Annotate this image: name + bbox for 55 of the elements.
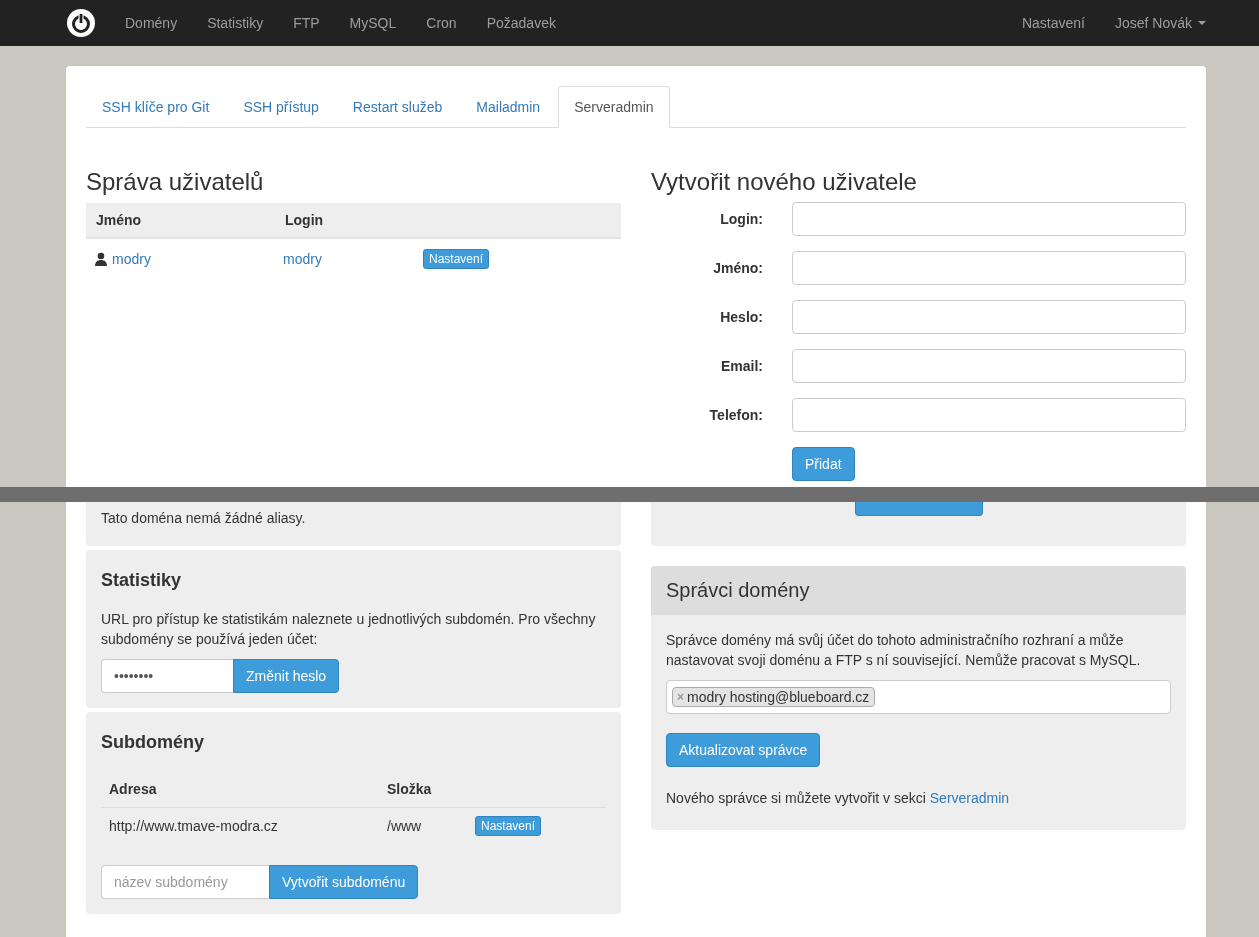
nav-link[interactable]: Požadavek xyxy=(471,15,571,31)
table-cell: http://www.tmave-modra.cz xyxy=(101,807,379,845)
settings-button[interactable]: Nastavení xyxy=(423,248,490,269)
logo-icon[interactable] xyxy=(66,8,96,38)
admins-field[interactable]: × modry hosting@blueboard.cz xyxy=(666,680,1171,714)
aliases-text: Tato doména nemá žádné aliasy. xyxy=(101,509,307,528)
update-admins-button[interactable]: Aktualizovat správce xyxy=(666,733,821,767)
password-field[interactable]: •••••••• xyxy=(101,659,233,693)
panel-title: Statistiky xyxy=(101,570,183,591)
nav-link[interactable]: Domény xyxy=(110,15,193,31)
create-subdomain-button[interactable]: Vytvořit subdoménu xyxy=(269,865,419,899)
tab[interactable]: SSH přístup xyxy=(227,86,335,127)
nav-link[interactable]: Statistiky xyxy=(192,15,279,31)
input-field[interactable] xyxy=(792,398,1186,432)
tab[interactable]: Serveradmin xyxy=(558,86,670,128)
field-label: Telefon: xyxy=(708,407,763,423)
login-link[interactable]: modry xyxy=(283,250,322,267)
column-header: Jméno xyxy=(86,203,275,238)
panel-title: Subdomény xyxy=(101,732,205,753)
tab[interactable]: Restart služeb xyxy=(336,86,459,127)
panel-title: Správci domény xyxy=(651,566,1186,615)
field-label: Email: xyxy=(720,358,763,374)
serveradmin-link[interactable]: Serveradmin xyxy=(929,790,1010,806)
nav-link[interactable]: Nastavení xyxy=(1006,15,1100,31)
tab[interactable]: SSH klíče pro Git xyxy=(86,86,226,127)
nav-link[interactable]: FTP xyxy=(278,15,335,31)
caret-icon xyxy=(1198,21,1206,25)
nav-link[interactable]: MySQL xyxy=(334,15,412,31)
input-field[interactable] xyxy=(792,349,1186,383)
add-button[interactable]: Přidat xyxy=(792,447,855,481)
input-field[interactable] xyxy=(792,202,1186,236)
change-password-button[interactable]: Změnit heslo xyxy=(233,659,340,693)
column-header: Login xyxy=(275,203,415,238)
activate-button[interactable] xyxy=(854,502,983,516)
user-link[interactable]: modry xyxy=(112,250,151,267)
column-header: Složka xyxy=(379,771,467,807)
tag-label: modry hosting@blueboard.cz xyxy=(687,689,870,705)
column-header: Adresa xyxy=(101,771,379,807)
settings-button[interactable]: Nastavení xyxy=(475,816,542,837)
subdomain-field[interactable]: název subdomény xyxy=(101,865,269,899)
admins-footer: Nového správce si můžete vytvořit v sekci Serveradmin xyxy=(666,788,1171,808)
field-label: Heslo: xyxy=(719,309,763,325)
user-menu[interactable]: Josef Novák xyxy=(1099,15,1221,31)
section-title: Správa uživatelů xyxy=(86,168,265,196)
field-label: Login: xyxy=(719,211,763,227)
input-field[interactable] xyxy=(792,251,1186,285)
field-label: Jméno: xyxy=(712,260,763,276)
section-title: Vytvořit nového uživatele xyxy=(651,168,918,196)
admins-text: Správce domény má svůj účet do tohoto administračního rozhraní a může nastavovat svoji doménu a FTP s ní související. Nemůže pracovat s MySQL. xyxy=(666,631,1142,670)
table-cell: /www xyxy=(379,807,467,845)
statistics-text: URL pro přístup ke statistikám naleznete u jednotlivých subdomén. Pro všechny subdomény se používá jeden účet: xyxy=(101,610,597,649)
tab[interactable]: Mailadmin xyxy=(460,86,557,127)
input-field[interactable] xyxy=(792,300,1186,334)
person-icon xyxy=(94,251,108,266)
nav-link[interactable]: Cron xyxy=(411,15,472,31)
